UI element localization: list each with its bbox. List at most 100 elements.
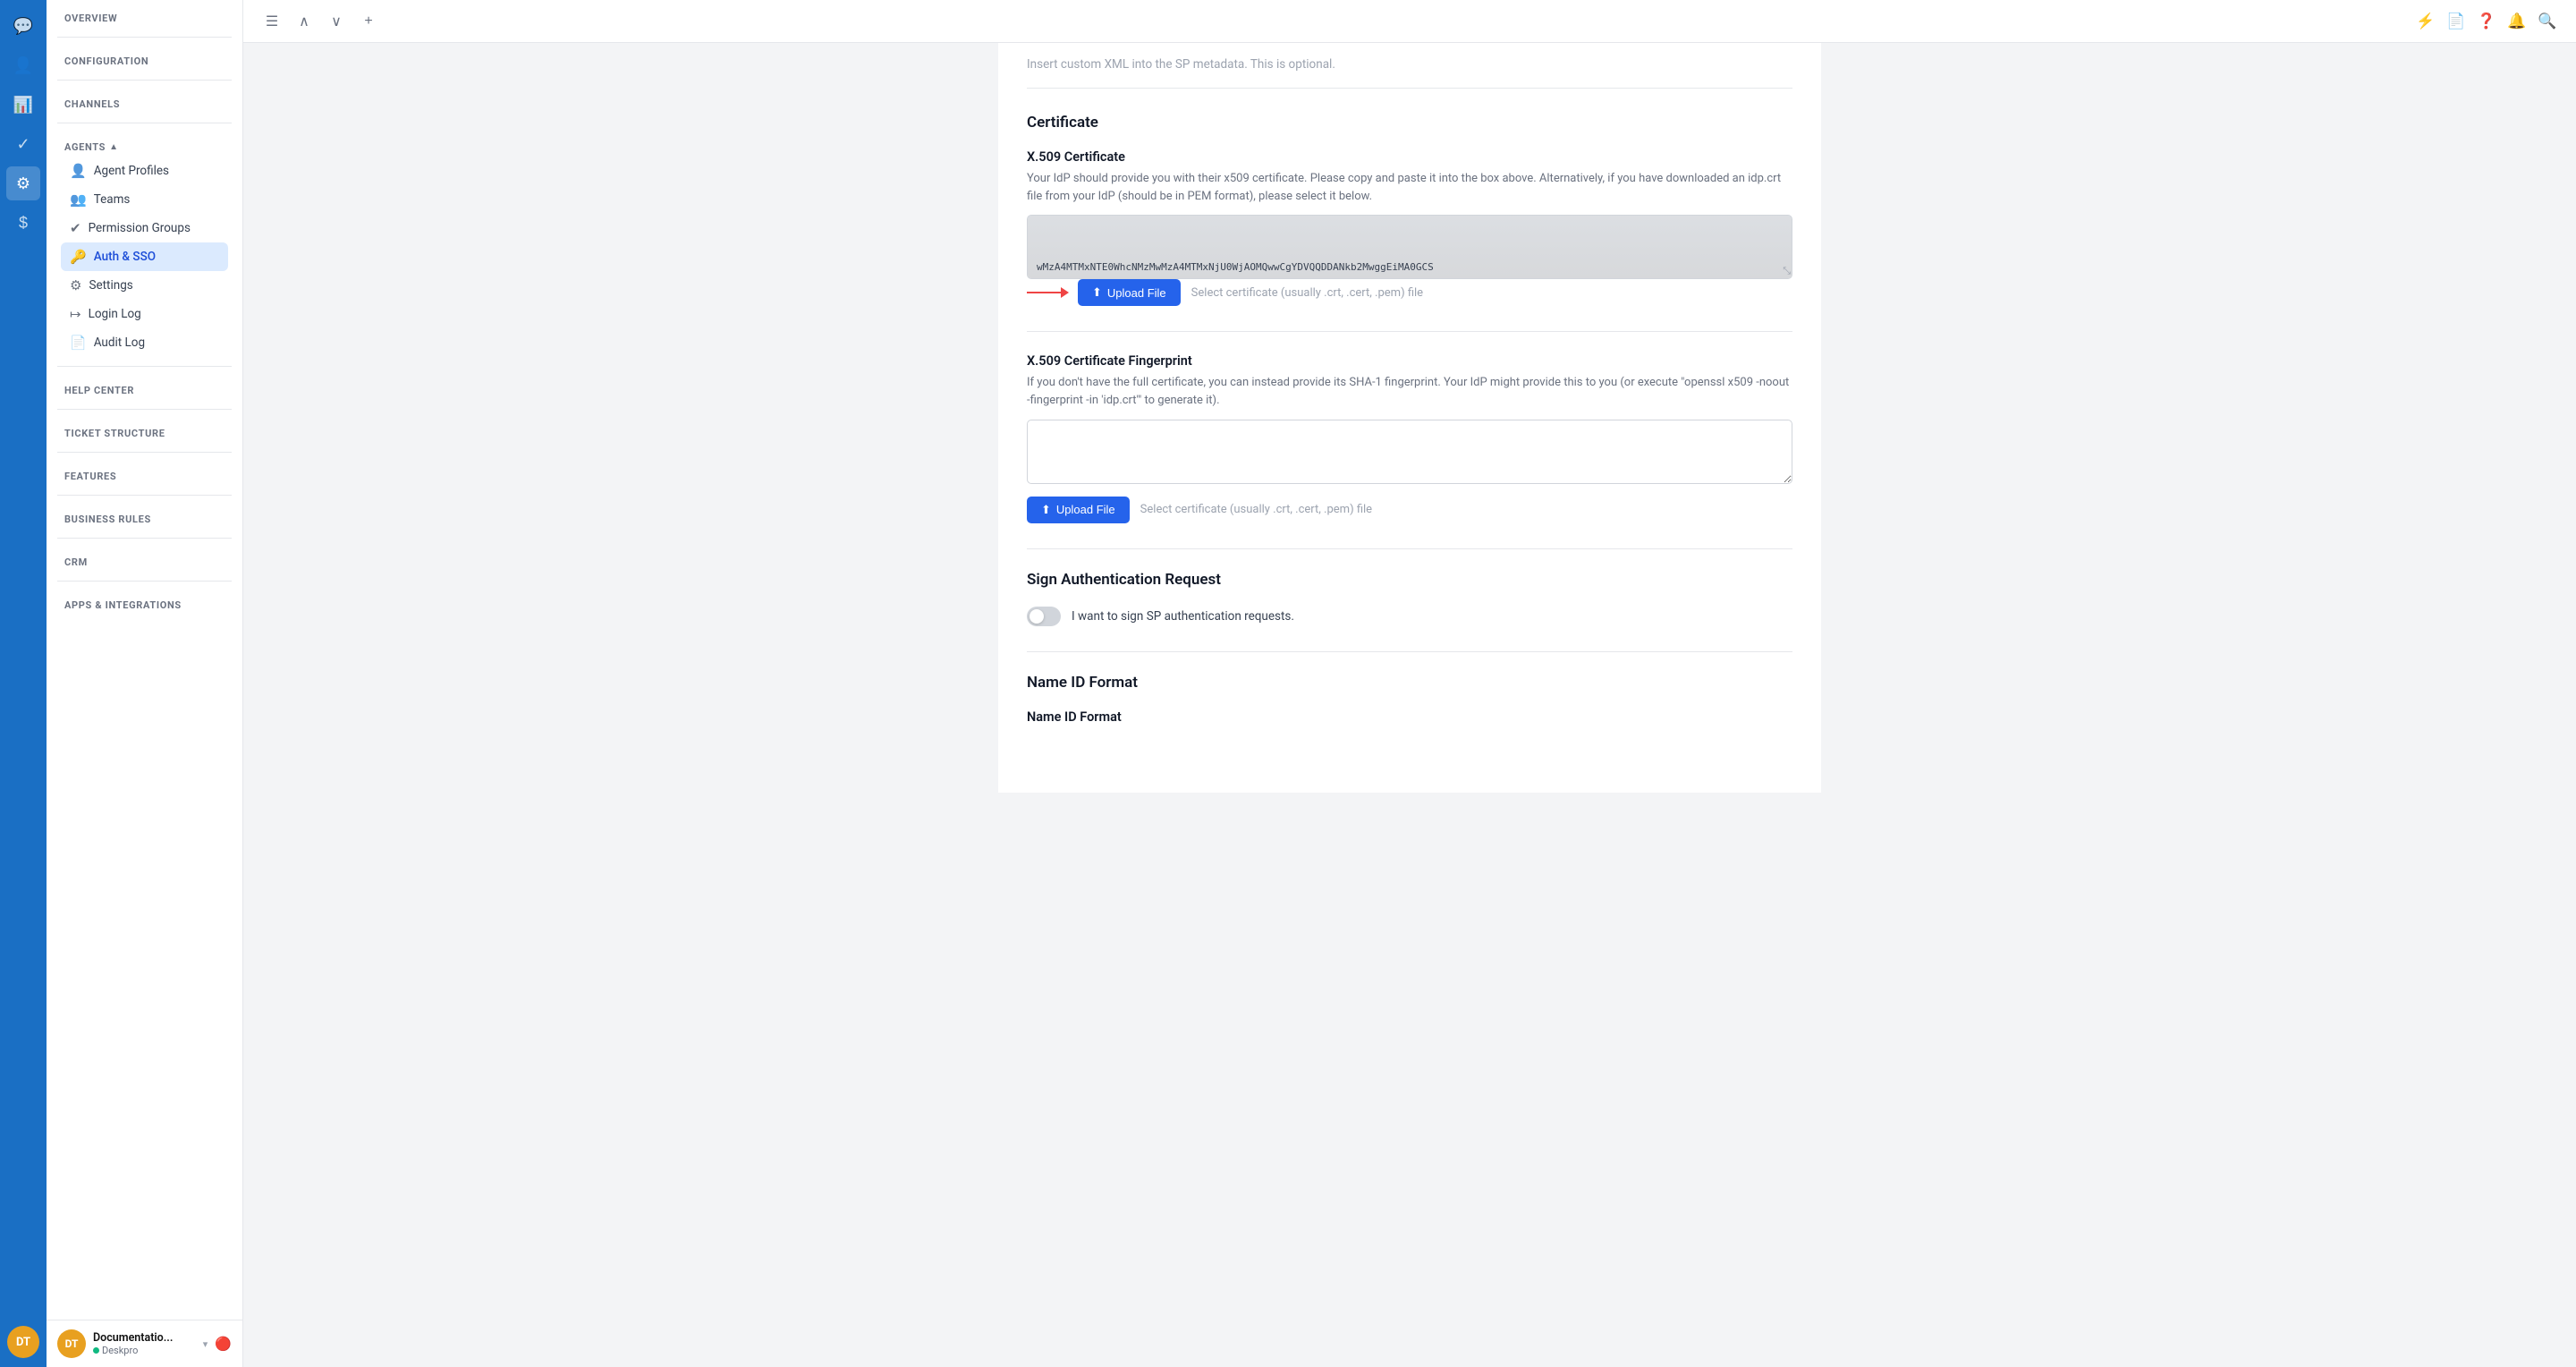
sign-auth-toggle-label: I want to sign SP authentication request… [1072, 609, 1294, 624]
name-id-section: Name ID Format Name ID Format [1027, 674, 1792, 725]
shield-check-icon: ✔ [70, 220, 81, 236]
billing-nav-icon[interactable]: $ [6, 206, 40, 240]
icon-bar: 💬 👤 📊 ✓ ⚙ $ DT [0, 0, 47, 1367]
reports-nav-icon[interactable]: 📊 [6, 88, 40, 122]
sidebar-item-label: Agent Profiles [94, 164, 169, 178]
sidebar-item-label: Audit Log [94, 335, 145, 350]
sign-auth-section: Sign Authentication Request I want to si… [1027, 571, 1792, 626]
x509-cert-desc: Your IdP should provide you with their x… [1027, 170, 1792, 206]
bolt-icon-btn[interactable]: ⚡ [2411, 7, 2440, 36]
help-center-label: HELP CENTER [61, 385, 228, 396]
bell-icon-btn[interactable]: 🔔 [2503, 7, 2531, 36]
upload-annotation-row: ⬆ Upload File Select certificate (usuall… [1027, 279, 1792, 306]
apps-integrations-label: APPS & INTEGRATIONS [61, 599, 228, 611]
upload-file-btn-1[interactable]: ⬆ Upload File [1078, 279, 1181, 306]
upload-hint-1: Select certificate (usually .crt, .cert,… [1191, 286, 1423, 300]
chat-nav-icon[interactable]: 💬 [6, 9, 40, 43]
certificate-section-title: Certificate [1027, 114, 1792, 132]
toolbar: ☰ ∧ ∨ + ⚡ 📄 ❓ 🔔 🔍 [243, 0, 2576, 43]
tasks-nav-icon[interactable]: ✓ [6, 127, 40, 161]
footer-avatar: DT [57, 1329, 86, 1358]
channels-label: CHANNELS [61, 98, 228, 110]
cert-masked-display: wMzA4MTMxNTE0WhcNMzMwMzA4MTMxNjU0WjAOMQw… [1027, 215, 1792, 279]
upload-row-2: ⬆ Upload File Select certificate (usuall… [1027, 497, 1792, 523]
sidebar-item-label: Teams [94, 192, 131, 207]
upload-hint-2: Select certificate (usually .crt, .cert,… [1140, 503, 1372, 516]
business-rules-label: BUSINESS RULES [61, 514, 228, 525]
add-btn[interactable]: + [354, 7, 383, 36]
content-area: Insert custom XML into the SP metadata. … [243, 43, 2576, 1367]
sidebar-item-label: Login Log [89, 307, 141, 321]
contacts-nav-icon[interactable]: 👤 [6, 48, 40, 82]
audit-doc-icon: 📄 [70, 335, 87, 351]
resize-handle-icon: ⤡ [1783, 265, 1791, 277]
cert-value-container: wMzA4MTMxNTE0WhcNMzMwMzA4MTMxNjU0WjAOMQw… [1027, 215, 1792, 279]
sidebar-item-auth-sso[interactable]: 🔑 Auth & SSO [61, 242, 228, 271]
sidebar-item-settings[interactable]: ⚙ Settings [61, 271, 228, 300]
configuration-label: CONFIGURATION [61, 55, 228, 67]
sidebar-channels-section: CHANNELS [47, 86, 242, 117]
sidebar-item-teams[interactable]: 👥 Teams [61, 185, 228, 214]
crm-label: CRM [61, 556, 228, 568]
x509-cert-label: X.509 Certificate [1027, 149, 1792, 165]
x509-fp-desc: If you don't have the full certificate, … [1027, 374, 1792, 410]
main-area: ☰ ∧ ∨ + ⚡ 📄 ❓ 🔔 🔍 Insert custom XML into… [243, 0, 2576, 1367]
toolbar-right-icons: ⚡ 📄 ❓ 🔔 🔍 [2411, 7, 2562, 36]
sidebar-agents-section: AGENTS ▲ 👤 Agent Profiles 👥 Teams ✔ Perm… [47, 129, 242, 361]
user-avatar-icon[interactable]: DT [7, 1326, 39, 1358]
sidebar-item-audit-log[interactable]: 📄 Audit Log [61, 328, 228, 357]
help-icon-btn[interactable]: ❓ [2472, 7, 2501, 36]
sidebar-overview-section: OVERVIEW [47, 0, 242, 31]
name-id-sub-label: Name ID Format [1027, 709, 1792, 725]
x509-fingerprint-field: X.509 Certificate Fingerprint If you don… [1027, 353, 1792, 522]
upload-row-1: ⬆ Upload File Select certificate (usuall… [1078, 279, 1423, 306]
footer-caret-icon[interactable]: ▾ [203, 1338, 208, 1350]
settings-nav-icon[interactable]: ⚙ [6, 166, 40, 200]
x509-fp-label: X.509 Certificate Fingerprint [1027, 353, 1792, 369]
form-container: Insert custom XML into the SP metadata. … [998, 43, 1821, 793]
name-id-title: Name ID Format [1027, 674, 1792, 692]
search-icon-btn[interactable]: 🔍 [2533, 7, 2562, 36]
sign-auth-toggle-row: I want to sign SP authentication request… [1027, 607, 1792, 626]
collapse-btn[interactable]: ∧ [290, 7, 318, 36]
sidebar-help-center-section: HELP CENTER [47, 372, 242, 403]
sidebar-apps-section: APPS & INTEGRATIONS [47, 587, 242, 618]
doc-icon-btn[interactable]: 📄 [2442, 7, 2470, 36]
cert-value-text: wMzA4MTMxNTE0WhcNMzMwMzA4MTMxNjU0WjAOMQw… [1037, 261, 1434, 273]
footer-org-name: Documentatio... [93, 1331, 196, 1345]
footer-status: Deskpro [93, 1345, 196, 1356]
sidebar-item-permission-groups[interactable]: ✔ Permission Groups [61, 214, 228, 242]
ticket-structure-label: TICKET STRUCTURE [61, 428, 228, 439]
list-view-btn[interactable]: ☰ [258, 7, 286, 36]
fingerprint-textarea[interactable] [1027, 420, 1792, 484]
top-hint-text: Insert custom XML into the SP metadata. … [1027, 43, 1792, 89]
login-log-icon: ↦ [70, 306, 81, 322]
sidebar-ticket-structure-section: TICKET STRUCTURE [47, 415, 242, 446]
agents-header: AGENTS ▲ [61, 141, 228, 153]
sidebar-item-agent-profiles[interactable]: 👤 Agent Profiles [61, 157, 228, 185]
expand-btn[interactable]: ∨ [322, 7, 351, 36]
x509-cert-field: X.509 Certificate Your IdP should provid… [1027, 149, 1792, 306]
sidebar-features-section: FEATURES [47, 458, 242, 489]
footer-alert-icon[interactable]: 🔴 [215, 1336, 232, 1352]
sidebar-business-rules-section: BUSINESS RULES [47, 501, 242, 532]
sidebar-item-label: Settings [89, 278, 132, 293]
sidebar: OVERVIEW CONFIGURATION CHANNELS AGENTS ▲… [47, 0, 243, 1367]
upload-file-btn-2[interactable]: ⬆ Upload File [1027, 497, 1130, 523]
sidebar-footer: DT Documentatio... Deskpro ▾ 🔴 [47, 1320, 242, 1367]
sign-auth-title: Sign Authentication Request [1027, 571, 1792, 589]
red-arrow-annotation [1027, 287, 1069, 298]
sidebar-item-label: Auth & SSO [94, 250, 156, 264]
key-icon: 🔑 [70, 249, 87, 265]
sidebar-item-login-log[interactable]: ↦ Login Log [61, 300, 228, 328]
overview-label: OVERVIEW [61, 13, 228, 24]
person-circle-icon: 👤 [70, 163, 87, 179]
gear-icon: ⚙ [70, 277, 81, 293]
team-icon: 👥 [70, 191, 87, 208]
upload-icon-2: ⬆ [1041, 503, 1051, 517]
upload-icon-1: ⬆ [1092, 285, 1102, 300]
status-dot [93, 1347, 99, 1354]
sign-auth-toggle[interactable] [1027, 607, 1061, 626]
sidebar-crm-section: CRM [47, 544, 242, 575]
sidebar-config-section: CONFIGURATION [47, 43, 242, 74]
